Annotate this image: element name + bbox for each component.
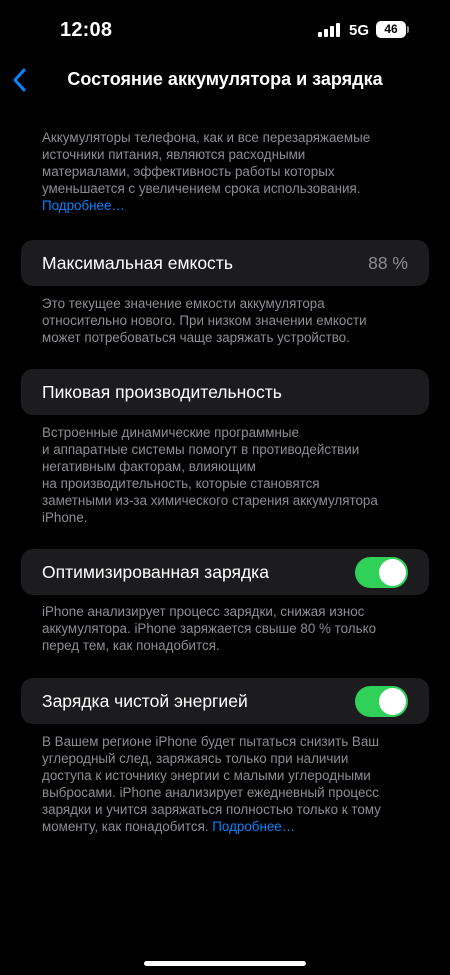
toggle-knob (379, 559, 406, 586)
intro-text: Аккумуляторы телефона, как и все перезар… (42, 129, 412, 214)
toggle-knob (379, 688, 406, 715)
optimized-charging-footer: iPhone анализирует процесс зарядки, сниж… (42, 604, 377, 653)
optimized-charging-row: Оптимизированная зарядка (21, 549, 429, 595)
max-capacity-footer: Это текущее значение емкости аккумулятор… (42, 296, 367, 345)
max-capacity-value: 88 % (368, 253, 408, 273)
clean-energy-learn-more-link[interactable]: Подробнее… (212, 819, 295, 834)
learn-more-link[interactable]: Подробнее… (42, 197, 412, 214)
status-bar: 12:08 5G 46 (0, 0, 450, 60)
clean-energy-charging-label: Зарядка чистой энергией (42, 691, 248, 711)
status-time: 12:08 (60, 19, 113, 41)
battery-icon: 46 (376, 21, 406, 38)
cellular-signal-icon (318, 23, 342, 37)
network-type: 5G (349, 22, 370, 39)
battery-tip (407, 26, 409, 33)
clean-energy-charging-row: Зарядка чистой энергией (21, 678, 429, 724)
page-title: Состояние аккумулятора и зарядка (67, 69, 383, 89)
clean-energy-footer: В Вашем регионе iPhone будет пытаться сн… (42, 734, 381, 834)
battery-health-screen: 12:08 5G 46 Состояние аккумулятора и зар… (0, 0, 450, 975)
optimized-charging-label: Оптимизированная зарядка (42, 562, 269, 582)
peak-performance-row: Пиковая производительность (21, 369, 429, 415)
clean-energy-charging-toggle[interactable] (355, 686, 408, 717)
navigation-bar: Состояние аккумулятора и зарядка (0, 58, 450, 102)
peak-performance-label: Пиковая производительность (42, 382, 282, 402)
peak-performance-footer: Встроенные динамические программные и ап… (42, 425, 378, 525)
optimized-charging-toggle[interactable] (355, 557, 408, 588)
max-capacity-label: Максимальная емкость (42, 253, 233, 273)
max-capacity-row: Максимальная емкость 88 % (21, 240, 429, 286)
home-indicator[interactable] (144, 961, 306, 966)
